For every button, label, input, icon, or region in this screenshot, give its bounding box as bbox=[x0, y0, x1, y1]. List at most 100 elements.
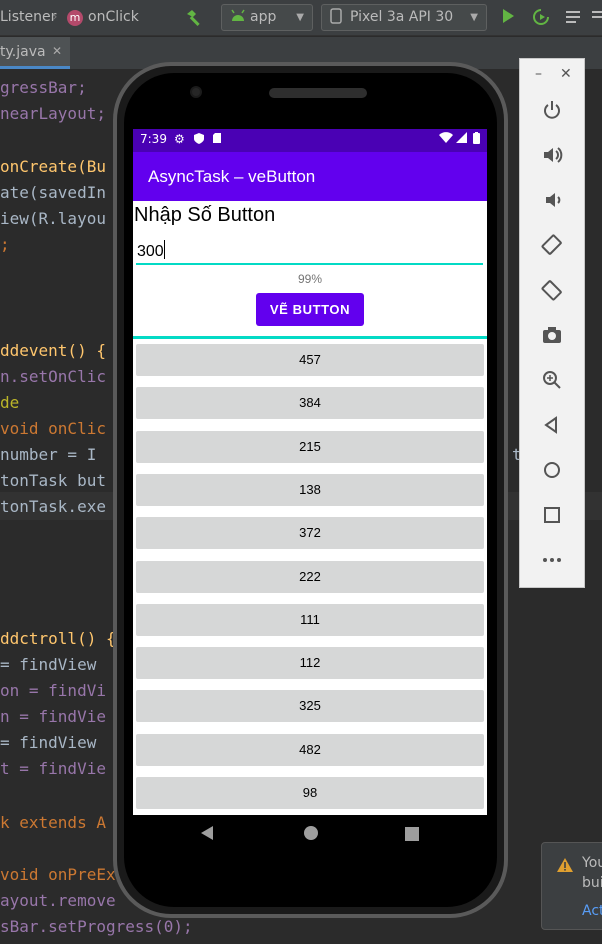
front-camera bbox=[190, 86, 202, 98]
breadcrumb-method[interactable]: onClick bbox=[88, 9, 139, 25]
more-toolbar-icon[interactable] bbox=[590, 8, 602, 30]
phone-screen: 7:39 ⚙ AsyncTask – veButton Nhập Số Butt… bbox=[133, 129, 487, 815]
close-icon[interactable]: ✕ bbox=[52, 44, 62, 58]
method-icon: m bbox=[67, 10, 83, 26]
rotate-right-icon[interactable] bbox=[539, 279, 565, 305]
code-line: void onClic bbox=[0, 419, 106, 438]
code-line: on = findVi bbox=[0, 681, 106, 700]
close-icon[interactable]: ✕ bbox=[560, 66, 572, 82]
generated-button[interactable]: 482 bbox=[136, 733, 484, 766]
code-line: void onPreEx bbox=[0, 865, 116, 884]
progress-text: 99% bbox=[297, 272, 323, 286]
panel-header: – ✕ bbox=[520, 59, 586, 89]
overview-icon[interactable] bbox=[539, 504, 565, 530]
text-caret bbox=[163, 240, 165, 259]
zoom-icon[interactable] bbox=[539, 369, 565, 395]
generated-button[interactable]: 325 bbox=[136, 690, 484, 723]
tab-activity-java[interactable]: ty.java ✕ bbox=[0, 37, 70, 69]
progress-bar-fill bbox=[133, 336, 484, 339]
code-line: nearLayout; bbox=[0, 104, 106, 123]
code-line: ayout.remove bbox=[0, 891, 116, 910]
emulator-controls-panel: – ✕ bbox=[519, 58, 585, 588]
volume-down-icon[interactable] bbox=[539, 189, 565, 215]
code-line: ddctroll() { bbox=[0, 629, 116, 648]
signal-icon bbox=[456, 132, 467, 146]
gear-icon: ⚙ bbox=[174, 132, 185, 146]
code-line: = findView bbox=[0, 655, 97, 674]
tab-label: ty.java bbox=[0, 44, 46, 60]
warning-icon bbox=[556, 857, 574, 877]
code-line: gressBar; bbox=[0, 78, 87, 97]
breadcrumb-separator-icon: › bbox=[52, 9, 58, 25]
camera-icon[interactable] bbox=[539, 324, 565, 350]
wifi-icon bbox=[439, 132, 453, 147]
code-line: k extends A bbox=[0, 813, 106, 832]
code-line: tonTask but bbox=[0, 471, 106, 490]
generated-button[interactable]: 222 bbox=[136, 560, 484, 593]
nav-home-icon[interactable] bbox=[303, 825, 319, 846]
back-icon[interactable] bbox=[539, 414, 565, 440]
chevron-down-icon: ▼ bbox=[470, 12, 478, 23]
notification-text: Youbuil bbox=[582, 855, 602, 891]
run-config-label: app bbox=[250, 9, 277, 25]
power-icon[interactable] bbox=[539, 99, 565, 125]
apply-changes-icon[interactable] bbox=[532, 8, 550, 30]
minimize-icon[interactable]: – bbox=[535, 66, 542, 82]
generated-button[interactable]: 112 bbox=[136, 647, 484, 680]
device-label: Pixel 3a API 30 bbox=[350, 9, 454, 25]
generated-button[interactable]: 111 bbox=[136, 603, 484, 636]
number-input-value: 300 bbox=[137, 243, 164, 260]
generated-button[interactable]: 384 bbox=[136, 387, 484, 420]
generated-button[interactable]: 98 bbox=[136, 777, 484, 809]
nav-overview-icon[interactable] bbox=[405, 825, 419, 846]
android-studio-window: Listener › m onClick app ▼ Pixel 3a API … bbox=[0, 0, 602, 944]
android-icon bbox=[230, 5, 246, 30]
run-icon[interactable] bbox=[500, 8, 516, 28]
input-label: Nhập Số Button bbox=[134, 204, 276, 226]
sync-icon[interactable] bbox=[564, 8, 582, 30]
code-line: n.setOnClic bbox=[0, 367, 106, 386]
app-title: AsyncTask – veButton bbox=[148, 167, 316, 186]
code-line: t = findVie bbox=[0, 759, 106, 778]
generated-button[interactable]: 138 bbox=[136, 473, 484, 506]
chevron-down-icon: ▼ bbox=[296, 12, 304, 23]
code-line: = findView bbox=[0, 733, 97, 752]
breadcrumb-listener[interactable]: Listener bbox=[0, 9, 56, 25]
run-config-select[interactable]: app ▼ bbox=[221, 4, 313, 31]
android-nav-bar bbox=[133, 815, 487, 857]
battery-icon bbox=[473, 132, 480, 147]
code-line: ate(savedIn bbox=[0, 183, 106, 202]
volume-up-icon[interactable] bbox=[539, 144, 565, 170]
nav-back-icon[interactable] bbox=[200, 825, 214, 846]
notification-action-link[interactable]: Act bbox=[582, 903, 602, 919]
code-line: de bbox=[0, 393, 20, 412]
code-line: ; bbox=[0, 235, 10, 254]
status-time: 7:39 bbox=[140, 132, 167, 146]
code-line: onCreate(Bu bbox=[0, 157, 106, 176]
draw-button[interactable]: VẼ BUTTON bbox=[256, 293, 364, 326]
progress-bar bbox=[133, 336, 487, 339]
generated-button[interactable]: 215 bbox=[136, 430, 484, 463]
code-line: sBar.setProgress(0); bbox=[0, 917, 193, 936]
rotate-left-icon[interactable] bbox=[539, 234, 565, 260]
app-bar: AsyncTask – veButton bbox=[133, 152, 487, 201]
code-line: ddevent() { bbox=[0, 341, 106, 360]
sd-card-icon bbox=[212, 132, 222, 147]
home-icon[interactable] bbox=[539, 459, 565, 485]
code-line: tonTask.exe bbox=[0, 497, 106, 516]
hammer-icon[interactable] bbox=[184, 8, 204, 28]
earpiece bbox=[269, 88, 367, 98]
generated-button[interactable]: 457 bbox=[136, 344, 484, 376]
code-line: n = findVie bbox=[0, 707, 106, 726]
shield-icon bbox=[193, 132, 205, 148]
phone-icon bbox=[330, 5, 342, 30]
build-notification[interactable]: Youbuil Act bbox=[541, 842, 602, 930]
main-toolbar: Listener › m onClick app ▼ Pixel 3a API … bbox=[0, 0, 602, 36]
code-line: iew(R.layou bbox=[0, 209, 106, 228]
number-input[interactable]: 300 bbox=[136, 237, 483, 265]
code-line: number = I bbox=[0, 445, 97, 464]
more-icon[interactable] bbox=[539, 549, 565, 575]
generated-button[interactable]: 372 bbox=[136, 517, 484, 550]
status-bar: 7:39 ⚙ bbox=[133, 129, 487, 152]
device-select[interactable]: Pixel 3a API 30 ▼ bbox=[321, 4, 487, 31]
